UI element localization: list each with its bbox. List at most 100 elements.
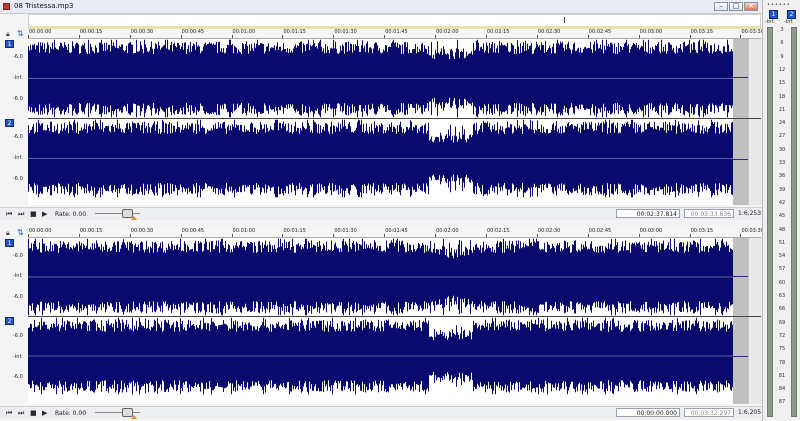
ruler-label: 00:00:45 xyxy=(181,29,205,35)
db-label: -6.0 xyxy=(13,54,23,60)
ruler-tick xyxy=(129,234,131,237)
channel-divider xyxy=(28,118,761,119)
maximize-button[interactable]: □ xyxy=(729,2,743,11)
meter-scale-label: 60 xyxy=(778,279,786,286)
play-icon[interactable]: ▶ xyxy=(42,210,47,218)
position-field[interactable]: 00:02:37.814 xyxy=(616,209,680,218)
time-ruler[interactable]: 00:00:00 00:00:15 00:00:30 00:00:45 00:01:00… xyxy=(28,29,764,39)
ruler-label: 00:03:30 xyxy=(741,228,764,234)
ruler-label: 00:03:15 xyxy=(690,228,714,234)
overview-bar[interactable] xyxy=(28,14,761,29)
meter-right-peak: -Inf. xyxy=(784,19,794,25)
go-end-icon[interactable]: ⏭︎ xyxy=(18,409,24,418)
rate-slider-track[interactable] xyxy=(95,213,140,214)
meter-scale-label: 39 xyxy=(778,186,786,193)
ruler-tick xyxy=(638,234,640,237)
ruler-tick xyxy=(435,234,437,237)
snap-icon[interactable]: ⇅ xyxy=(17,29,24,38)
ruler-tick xyxy=(689,234,691,237)
ruler-tick xyxy=(129,35,131,38)
ruler-tick xyxy=(333,234,335,237)
title-bar: 08 Tristessa.mp3 – □ ✕ xyxy=(0,0,762,14)
ruler-tick xyxy=(282,234,284,237)
zoom-label: 1:6,253 xyxy=(738,210,762,217)
meter-scale-label: 18 xyxy=(778,93,786,100)
ruler-label: 00:00:15 xyxy=(79,29,103,35)
ruler-tick xyxy=(740,234,742,237)
ruler-tick xyxy=(486,234,487,237)
stop-icon[interactable]: ■ xyxy=(30,210,37,218)
channel-1-badge[interactable]: 1 xyxy=(5,40,14,48)
db-label: -6.0 xyxy=(13,374,23,380)
meter-scale-label: 15 xyxy=(778,80,786,87)
rate-slider-track[interactable] xyxy=(95,412,140,413)
overview-cursor[interactable] xyxy=(564,17,565,23)
meter-scale-label: 81 xyxy=(778,372,786,379)
meter-scale-label: 12 xyxy=(778,66,786,73)
length-field: 00:03:33.636 xyxy=(684,209,734,218)
time-ruler[interactable]: 00:00:00 00:00:15 00:00:30 00:00:45 00:01:00… xyxy=(28,228,764,238)
ruler-tick xyxy=(28,234,29,237)
ruler-tick xyxy=(638,35,640,38)
minimize-button[interactable]: – xyxy=(714,2,728,11)
meter-scale-label: 54 xyxy=(778,253,786,260)
db-label: -6.0 xyxy=(13,176,23,182)
channel-1-badge[interactable]: 1 xyxy=(5,239,14,247)
db-label: -Inf. xyxy=(13,155,23,161)
db-label: -Inf. xyxy=(13,273,23,279)
db-label: -6.0 xyxy=(13,294,23,300)
rate-marker xyxy=(131,216,137,220)
ruler-tick xyxy=(536,35,538,38)
waveform-area[interactable] xyxy=(28,238,733,404)
meter-scale-label: 48 xyxy=(778,226,786,233)
close-button[interactable]: ✕ xyxy=(744,2,758,11)
ruler-label: 00:00:00 xyxy=(29,228,52,234)
stop-icon[interactable]: ■ xyxy=(30,409,37,417)
length-field: 00:03:32.297 xyxy=(684,408,734,417)
channel-2-badge[interactable]: 2 xyxy=(5,119,14,127)
ruler-label: 00:02:30 xyxy=(537,228,561,234)
blank-region xyxy=(748,238,762,404)
meter-scale-label: 33 xyxy=(778,160,786,166)
meter-bar-right xyxy=(791,27,797,417)
position-field[interactable]: 00:00:00.000 xyxy=(616,408,680,417)
waveform-area[interactable] xyxy=(28,39,733,205)
meter-bar-left xyxy=(767,27,773,417)
meter-scale-label: 42 xyxy=(778,199,786,206)
go-end-icon[interactable]: ⏭︎ xyxy=(18,210,24,219)
ruler-label: 00:03:00 xyxy=(639,228,663,234)
selection-region[interactable] xyxy=(733,39,748,205)
db-label: -6.0 xyxy=(13,333,23,339)
meter-scale-label: 45 xyxy=(778,213,786,220)
meter-scale-label: 66 xyxy=(778,306,786,313)
ruler-tick xyxy=(587,234,589,237)
ruler-tick xyxy=(384,35,386,38)
meter-scale-label: 87 xyxy=(778,399,786,406)
ruler-label: 00:03:30 xyxy=(741,29,764,35)
ruler-tick xyxy=(180,234,182,237)
meter-channel-1-button[interactable]: 1 xyxy=(769,10,778,19)
go-start-icon[interactable]: ⏮︎ xyxy=(6,409,12,418)
ruler-tick xyxy=(78,234,80,237)
lock-icon[interactable]: 🔒︎ xyxy=(6,229,10,238)
go-start-icon[interactable]: ⏮︎ xyxy=(6,210,12,219)
meter-scale-label: 72 xyxy=(778,332,786,339)
ruler-label: 00:02:00 xyxy=(436,29,459,35)
meter-scale-label: 63 xyxy=(778,293,786,299)
ruler-tick xyxy=(384,234,386,237)
lock-icon[interactable]: 🔒︎ xyxy=(6,30,10,39)
audio-file-icon xyxy=(3,3,10,10)
meter-channel-2-button[interactable]: 2 xyxy=(787,10,796,19)
meter-header: •••••• xyxy=(767,2,791,8)
ruler-label: 00:01:15 xyxy=(283,29,306,35)
selection-region[interactable] xyxy=(733,238,748,404)
db-label: -6.0 xyxy=(13,96,23,102)
snap-icon[interactable]: ⇅ xyxy=(17,228,24,237)
ruler-tick xyxy=(231,35,233,38)
transport-bar: ⏮︎ ⏭︎ ■ ▶ Rate: 0.00 00:02:37.814 00:03:… xyxy=(0,207,762,220)
meter-scale-label: 27 xyxy=(778,133,786,140)
channel-2-badge[interactable]: 2 xyxy=(5,317,14,325)
ruler-tick xyxy=(333,35,335,38)
meter-scale-label: 6 xyxy=(780,40,784,47)
play-icon[interactable]: ▶ xyxy=(42,409,47,417)
